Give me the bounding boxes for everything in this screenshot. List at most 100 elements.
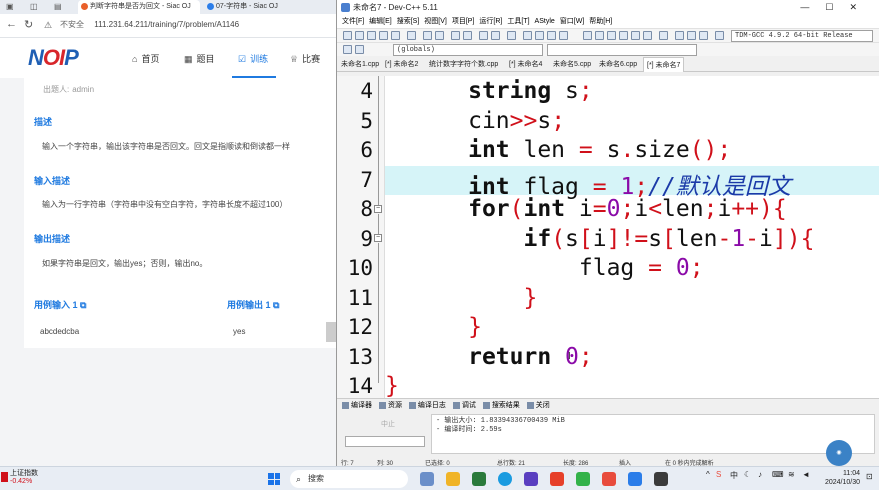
- game-app-icon[interactable]: [472, 472, 486, 486]
- tab-close[interactable]: 关闭: [526, 401, 550, 409]
- save-all-icon[interactable]: [379, 31, 388, 40]
- keyboard-icon[interactable]: ⌨: [772, 470, 784, 479]
- file-tab-6[interactable]: 未命名6.cpp: [599, 59, 637, 69]
- wifi-icon[interactable]: ≋: [788, 470, 795, 479]
- nav-training[interactable]: ☑ 训练: [238, 52, 268, 65]
- menu-file[interactable]: 文件[F]: [342, 18, 364, 25]
- code-editor[interactable]: 4 5 6 7 8 9 10 11 12 13 14 − − string s;: [337, 76, 879, 398]
- open-icon[interactable]: [355, 31, 364, 40]
- indent-icon[interactable]: [479, 31, 488, 40]
- menu-astyle[interactable]: AStyle: [535, 18, 555, 25]
- nav-contest[interactable]: ♕ 比赛: [290, 52, 320, 65]
- new-file-icon[interactable]: [343, 31, 352, 40]
- delete-profile-icon[interactable]: [699, 31, 708, 40]
- stock-widget[interactable]: 上证指数 -0.42%: [1, 470, 38, 486]
- window-controls[interactable]: —☐✕: [800, 0, 873, 15]
- chrome-taskbar-icon[interactable]: [628, 472, 642, 486]
- menu-search[interactable]: 搜索[S]: [397, 18, 420, 25]
- find-icon[interactable]: [451, 31, 460, 40]
- toggle-bookmark-icon[interactable]: [355, 45, 364, 54]
- project-options-icon[interactable]: [559, 31, 568, 40]
- check-syntax-icon[interactable]: [631, 31, 640, 40]
- remove-file-icon[interactable]: [547, 31, 556, 40]
- menu-help[interactable]: 帮助[H]: [589, 18, 612, 25]
- tab-search-results[interactable]: 搜索结果: [482, 401, 520, 409]
- tab-compiler[interactable]: 编译器: [342, 401, 372, 409]
- save-icon[interactable]: [367, 31, 376, 40]
- sogou-icon[interactable]: S: [716, 470, 721, 479]
- rebuild-icon[interactable]: [619, 31, 628, 40]
- url-field[interactable]: 不安全 111.231.64.211/training/7/problem/A1…: [60, 19, 239, 30]
- print-icon[interactable]: [407, 31, 416, 40]
- app-icon[interactable]: [654, 472, 668, 486]
- menu-window[interactable]: 窗口[W]: [560, 18, 585, 25]
- teams-icon[interactable]: [524, 472, 538, 486]
- nav-home[interactable]: ⌂ 首页: [132, 52, 159, 65]
- microphone-icon[interactable]: ♪: [758, 470, 762, 479]
- run-icon[interactable]: [595, 31, 604, 40]
- tab-debug[interactable]: 调试: [452, 401, 476, 409]
- tab-resources[interactable]: 资源: [378, 401, 402, 409]
- reload-icon[interactable]: ↻: [24, 18, 33, 31]
- back-icon[interactable]: ←: [6, 18, 17, 30]
- nav-problems[interactable]: ▦ 题目: [184, 52, 215, 65]
- wps-icon[interactable]: [550, 472, 564, 486]
- tab-problem[interactable]: 判断字符串是否为回文 - Siac OJ: [78, 0, 200, 14]
- edge-browser-icon[interactable]: [498, 472, 512, 486]
- abort-button[interactable]: 中止: [381, 419, 395, 429]
- volume-icon[interactable]: ◄: [802, 470, 810, 479]
- copy-icon[interactable]: ⧉: [273, 300, 279, 310]
- file-tab-1[interactable]: 未命名1.cpp: [341, 59, 379, 69]
- file-tab-3[interactable]: 统计数字字符个数.cpp: [429, 59, 498, 69]
- moon-icon[interactable]: ☾: [744, 470, 751, 479]
- menu-run[interactable]: 运行[R]: [479, 18, 502, 25]
- menu-view[interactable]: 视图[V]: [424, 18, 447, 25]
- file-tab-7[interactable]: [*] 未命名7: [643, 57, 685, 72]
- fold-toggle-icon[interactable]: −: [374, 234, 382, 242]
- replace-icon[interactable]: [463, 31, 472, 40]
- profile-icon[interactable]: [687, 31, 696, 40]
- taskview-icon[interactable]: [420, 472, 434, 486]
- globals-select[interactable]: (globals): [393, 44, 543, 56]
- floating-assistant-icon[interactable]: ◉: [826, 440, 852, 466]
- members-select[interactable]: [547, 44, 697, 56]
- insert-icon[interactable]: [343, 45, 352, 54]
- new-project-icon[interactable]: [523, 31, 532, 40]
- menu-edit[interactable]: 编辑[E]: [369, 18, 392, 25]
- devcpp-taskbar-icon[interactable]: [602, 472, 616, 486]
- compiler-select[interactable]: TDM-GCC 4.9.2 64-bit Release: [731, 30, 873, 42]
- clock[interactable]: 11:04 2024/10/30: [822, 469, 860, 487]
- compile-icon[interactable]: [583, 31, 592, 40]
- notification-icon[interactable]: ⊡: [866, 472, 873, 481]
- site-logo[interactable]: NOIP: [28, 45, 79, 71]
- wechat-icon[interactable]: [576, 472, 590, 486]
- chart-icon[interactable]: [675, 31, 684, 40]
- tab-compile-log[interactable]: 编译日志: [408, 401, 446, 409]
- goto-icon[interactable]: [507, 31, 516, 40]
- tab-list-icon[interactable]: ▤: [54, 2, 62, 11]
- fold-toggle-icon[interactable]: −: [374, 205, 382, 213]
- menu-tools[interactable]: 工具[T]: [507, 18, 529, 25]
- taskbar-search[interactable]: ⌕ 搜索: [290, 470, 408, 488]
- ime-indicator[interactable]: 中: [730, 470, 738, 481]
- file-tab-4[interactable]: [*] 未命名4: [509, 59, 542, 69]
- unindent-icon[interactable]: [491, 31, 500, 40]
- close-file-icon[interactable]: [391, 31, 400, 40]
- chevron-up-icon[interactable]: ^: [706, 470, 710, 479]
- browser-menu-icon[interactable]: ▣: [6, 2, 14, 11]
- add-file-icon[interactable]: [535, 31, 544, 40]
- compile-run-icon[interactable]: [607, 31, 616, 40]
- tab-strings[interactable]: 07-字符串 - Siac OJ: [204, 0, 324, 14]
- redo-icon[interactable]: [435, 31, 444, 40]
- file-tab-5[interactable]: 未命名5.cpp: [553, 59, 591, 69]
- file-tab-2[interactable]: [*] 未命名2: [385, 59, 418, 69]
- tab-actions-icon[interactable]: ◫: [30, 2, 38, 11]
- file-explorer-icon[interactable]: [446, 472, 460, 486]
- undo-icon[interactable]: [423, 31, 432, 40]
- compiler-icon[interactable]: [715, 31, 724, 40]
- windows-start-icon[interactable]: [268, 473, 280, 485]
- menu-project[interactable]: 项目[P]: [452, 18, 475, 25]
- stop-icon[interactable]: [659, 31, 668, 40]
- copy-icon[interactable]: ⧉: [80, 300, 86, 310]
- debug-icon[interactable]: [643, 31, 652, 40]
